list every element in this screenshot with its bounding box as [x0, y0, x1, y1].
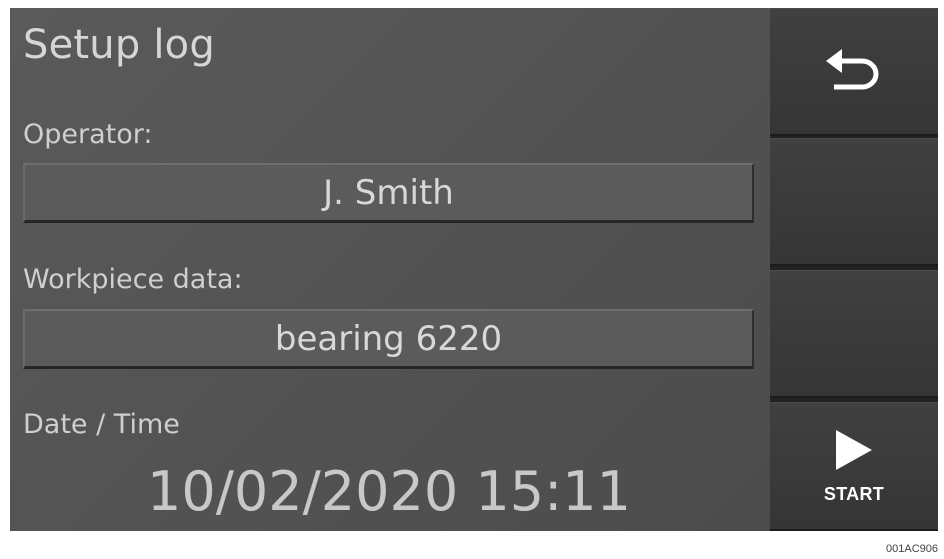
back-button[interactable] — [770, 8, 938, 136]
figure-code: 001AC906 — [886, 543, 938, 555]
start-label: START — [823, 483, 885, 504]
operator-value: J. Smith — [323, 172, 454, 213]
softkey-button-2[interactable] — [770, 138, 938, 266]
workpiece-field[interactable]: bearing 6220 — [23, 309, 754, 369]
operator-field[interactable]: J. Smith — [23, 163, 754, 223]
back-arrow-icon — [822, 45, 886, 99]
softkey-button-3[interactable] — [770, 270, 938, 398]
datetime-label: Date / Time — [23, 409, 180, 440]
workpiece-value: bearing 6220 — [274, 318, 503, 359]
device-screen: Setup log Operator: J. Smith Workpiece d… — [10, 8, 938, 531]
workpiece-label: Workpiece data: — [23, 264, 243, 295]
page-title: Setup log — [23, 22, 215, 68]
operator-label: Operator: — [23, 119, 153, 150]
start-button[interactable]: START — [770, 402, 938, 531]
play-icon — [834, 428, 874, 476]
datetime-value: 10/02/2020 15:11 — [146, 460, 632, 523]
main-panel: Setup log Operator: J. Smith Workpiece d… — [10, 8, 768, 531]
sidebar: START — [770, 8, 938, 531]
